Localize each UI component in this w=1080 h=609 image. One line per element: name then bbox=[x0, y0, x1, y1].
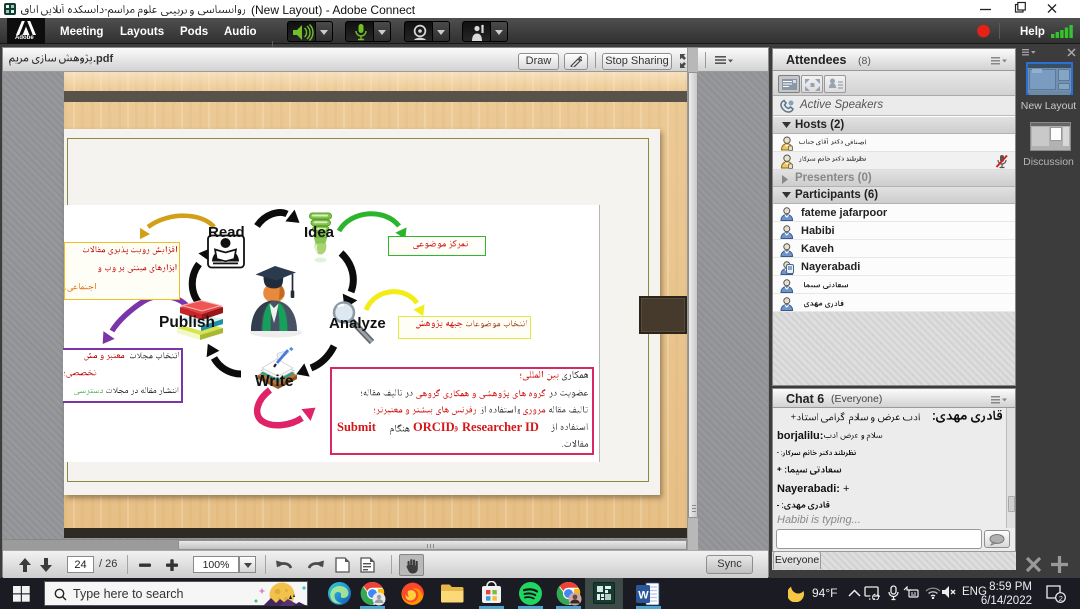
svg-text:2: 2 bbox=[1059, 594, 1063, 603]
svg-text:W: W bbox=[638, 590, 649, 602]
svg-text:Read: Read bbox=[208, 224, 245, 241]
svg-text:Analyze: Analyze bbox=[329, 315, 386, 332]
svg-text:Publish: Publish bbox=[159, 314, 215, 331]
svg-text:Idea: Idea bbox=[304, 224, 335, 241]
svg-text:Write: Write bbox=[255, 373, 294, 390]
